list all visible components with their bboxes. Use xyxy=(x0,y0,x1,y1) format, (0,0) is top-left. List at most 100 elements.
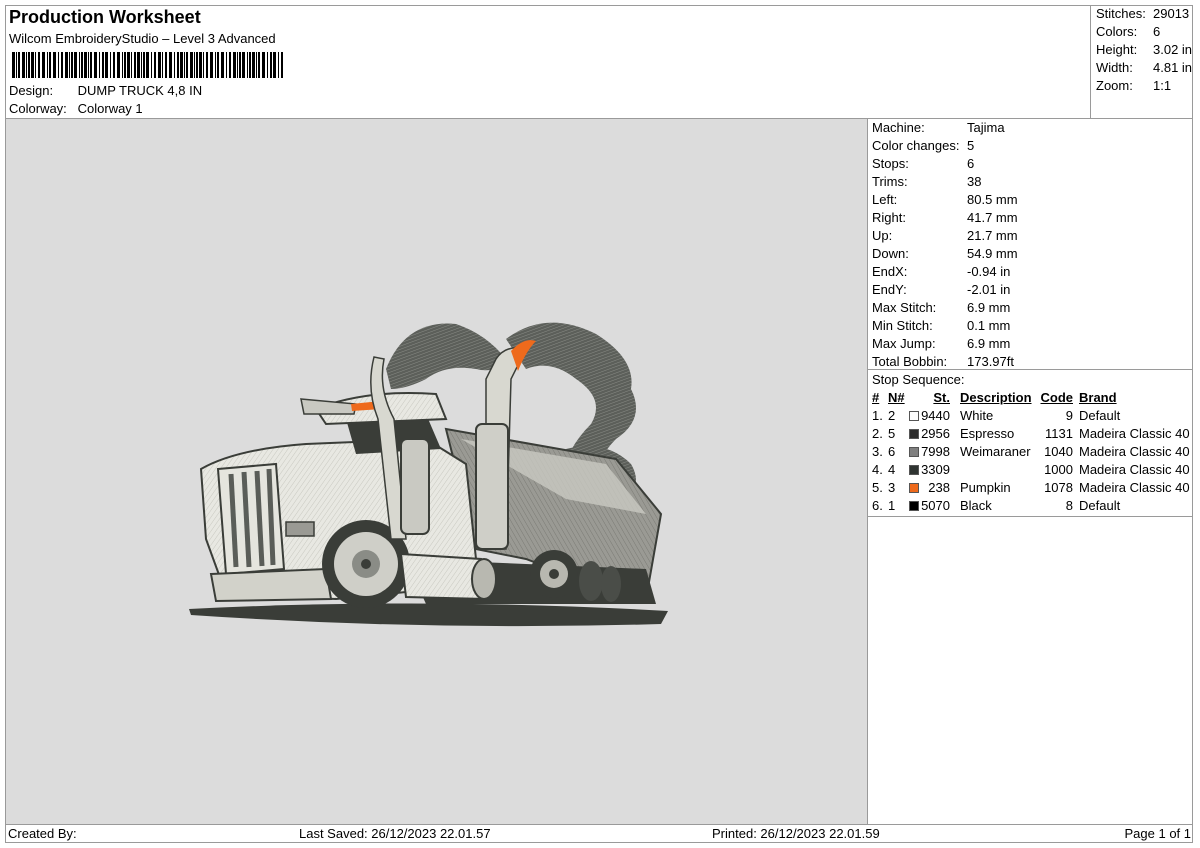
color-swatch xyxy=(909,465,919,475)
barcode-bar xyxy=(237,52,238,78)
created-by: Created By: xyxy=(8,826,77,841)
row-needle: 1 xyxy=(888,498,896,513)
barcode-bar xyxy=(151,52,152,78)
row-num: 1. xyxy=(872,408,883,423)
summary-value: 1:1 xyxy=(1153,78,1172,93)
row-needle: 5 xyxy=(888,426,896,441)
barcode-bar xyxy=(42,52,45,78)
info-value: Tajima xyxy=(967,120,1005,135)
info-label: Machine: xyxy=(872,120,925,135)
barcode-bar xyxy=(249,52,251,78)
info-row: EndY: -2.01 in xyxy=(872,282,1010,297)
summary-label: Zoom: xyxy=(1096,78,1133,93)
info-row: Trims: 38 xyxy=(872,174,981,189)
barcode-bar xyxy=(47,52,48,78)
barcode-bar xyxy=(239,52,241,78)
barcode-bar xyxy=(196,52,198,78)
barcode-bar xyxy=(258,52,260,78)
barcode-bar xyxy=(134,52,136,78)
row-brand: Madeira Classic 40 xyxy=(1079,426,1190,441)
row-brand: Madeira Classic 40 xyxy=(1079,462,1190,477)
barcode-bar xyxy=(162,52,163,78)
headlight xyxy=(285,521,315,537)
info-row: Down: 54.9 mm xyxy=(872,246,1018,261)
color-swatch xyxy=(909,411,919,421)
stop-sequence-panel: Stop Sequence: # N# St. Description Code… xyxy=(868,369,1193,517)
row-code: 1040 xyxy=(1044,444,1073,459)
barcode-bar xyxy=(26,52,27,78)
summary-value: 4.81 in xyxy=(1153,60,1193,75)
barcode-bar xyxy=(79,52,80,78)
last-saved: Last Saved: 26/12/2023 22.01.57 xyxy=(299,826,491,841)
barcode-bar xyxy=(84,52,87,78)
info-row: Max Jump: 6.9 mm xyxy=(872,336,1010,351)
row-description: Weimaraner xyxy=(960,444,1031,459)
barcode-bar xyxy=(38,52,40,78)
barcode-bar xyxy=(154,52,156,78)
row-num: 2. xyxy=(872,426,883,441)
barcode-bar xyxy=(99,52,100,78)
row-num: 6. xyxy=(872,498,883,513)
barcode-bar xyxy=(69,52,70,78)
row-needle: 3 xyxy=(888,480,896,495)
printed-date: Printed: 26/12/2023 22.01.59 xyxy=(712,826,880,841)
info-value: -0.94 in xyxy=(967,264,1011,279)
barcode-bar xyxy=(242,52,245,78)
info-label: Down: xyxy=(872,246,909,261)
barcode-bar xyxy=(186,52,188,78)
row-code: 1131 xyxy=(1045,426,1073,441)
barcode-bar xyxy=(81,52,83,78)
row-stitches: 238 xyxy=(928,480,950,495)
summary-row: Height: 3.02 in xyxy=(1096,42,1192,57)
barcode-bar xyxy=(74,52,77,78)
row-num: 3. xyxy=(872,444,883,459)
info-row: Up: 21.7 mm xyxy=(872,228,1018,243)
summary-panel: Stitches: 29013 Colors: 6 Height: 3.02 in W… xyxy=(1090,5,1193,118)
row-code: 1000 xyxy=(1044,462,1073,477)
worksheet-header: Production Worksheet Wilcom EmbroiderySt… xyxy=(6,5,1090,118)
color-swatch xyxy=(909,483,919,493)
design-label: Design: xyxy=(9,83,54,98)
col-header-needle: N# xyxy=(888,390,905,405)
barcode-bar xyxy=(221,52,224,78)
info-row: Right: 41.7 mm xyxy=(872,210,1018,225)
row-stitches: 9440 xyxy=(921,408,950,423)
barcode-bar xyxy=(127,52,130,78)
summary-label: Width: xyxy=(1096,60,1133,75)
barcode-bar xyxy=(270,52,272,78)
barcode-bar xyxy=(247,52,248,78)
color-swatch xyxy=(909,429,919,439)
info-row: Left: 80.5 mm xyxy=(872,192,1018,207)
row-stitches: 5070 xyxy=(921,498,950,513)
summary-value: 3.02 in xyxy=(1153,42,1193,57)
barcode-bar xyxy=(141,52,142,78)
barcode-bar xyxy=(94,52,97,78)
barcode-bar xyxy=(203,52,204,78)
design-value: DUMP TRUCK 4,8 IN xyxy=(77,83,203,98)
rear-wheel-3 xyxy=(601,566,621,602)
barcode-bar xyxy=(137,52,140,78)
info-row: Stops: 6 xyxy=(872,156,974,171)
barcode-bar xyxy=(252,52,255,78)
info-row: Color changes: 5 xyxy=(872,138,974,153)
info-value: 5 xyxy=(967,138,975,153)
row-description: White xyxy=(960,408,994,423)
barcode-bar xyxy=(180,52,183,78)
barcode-bar xyxy=(146,52,149,78)
barcode-bar xyxy=(217,52,219,78)
barcode-bar xyxy=(131,52,132,78)
air-filter xyxy=(400,438,430,535)
info-value: 38 xyxy=(967,174,982,189)
row-needle: 2 xyxy=(888,408,896,423)
summary-row: Stitches: 29013 xyxy=(1096,6,1189,21)
info-value: 0.1 mm xyxy=(967,318,1011,333)
barcode-bar xyxy=(122,52,123,78)
row-code: 8 xyxy=(1065,498,1073,513)
rear-wheel-2 xyxy=(579,561,603,601)
summary-row: Zoom: 1:1 xyxy=(1096,78,1171,93)
barcode-bar xyxy=(233,52,236,78)
info-value: 41.7 mm xyxy=(967,210,1018,225)
barcode-bar xyxy=(229,52,231,78)
info-value: 6.9 mm xyxy=(967,336,1011,351)
col-header-stitches: St. xyxy=(933,390,950,405)
